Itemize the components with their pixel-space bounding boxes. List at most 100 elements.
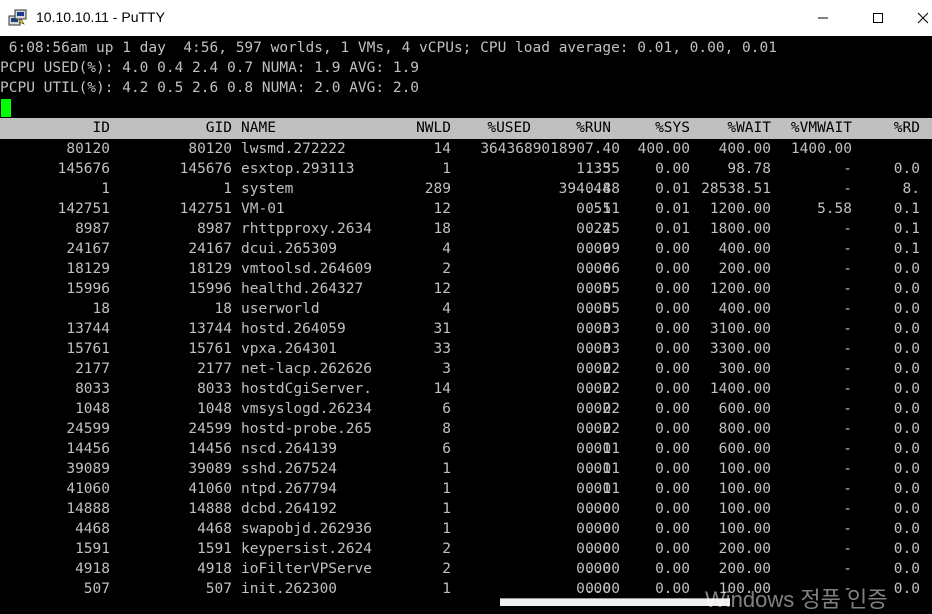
cell-name: dcbd.264192 xyxy=(241,501,338,517)
cell-id: 2177 xyxy=(75,361,110,377)
cell-run: 0.01 xyxy=(576,461,611,477)
cell-sys: 0.00 xyxy=(655,281,690,297)
minimize-button[interactable] xyxy=(800,0,846,36)
cell-run: 0.02 xyxy=(576,421,611,437)
cell-name: hostdCgiServer. xyxy=(241,381,372,397)
cell-sys: 0.00 xyxy=(655,501,690,517)
table-row: 15996 15996 healthd.264327 12 0.05 0.05 0.00 12… xyxy=(0,279,932,299)
table-row: 4918 4918 ioFilterVPServe 2 0.00 0.00 0.00 200.… xyxy=(0,559,932,579)
cell-vmwait: - xyxy=(843,541,852,557)
cell-id: 507 xyxy=(83,581,110,597)
cell-sys: 0.00 xyxy=(655,161,690,177)
cell-nwld: 2 xyxy=(442,261,451,277)
cell-wait: 100.00 xyxy=(718,501,771,517)
cell-gid: 8987 xyxy=(197,221,232,237)
cell-vmwait: - xyxy=(843,561,852,577)
cell-gid: 41060 xyxy=(188,481,232,497)
putty-icon[interactable] xyxy=(8,9,28,27)
cell-run: 0.03 xyxy=(576,341,611,357)
cell-name: vmsyslogd.26234 xyxy=(241,401,372,417)
cell-vmwait: - xyxy=(843,421,852,437)
cell-vmwait: - xyxy=(843,261,852,277)
cell-wait: 100.00 xyxy=(718,461,771,477)
cell-rd: 0.0 xyxy=(893,381,920,397)
terminal-window[interactable]: 6:08:56am up 1 day 4:56, 597 worlds, 1 V… xyxy=(0,36,932,605)
cell-rd: 0.0 xyxy=(893,541,920,557)
cell-rd: 0.0 xyxy=(893,261,920,277)
cell-run: 0.00 xyxy=(576,501,611,517)
cell-rd: 0.0 xyxy=(893,561,920,577)
table-row: 14888 14888 dcbd.264192 1 0.00 0.00 0.00 100.00… xyxy=(0,499,932,519)
cell-rd: 0.0 xyxy=(893,321,920,337)
cell-vmwait: - xyxy=(843,301,852,317)
cell-vmwait: - xyxy=(843,381,852,397)
cell-nwld: 1 xyxy=(442,161,451,177)
cell-sys: 0.00 xyxy=(655,541,690,557)
cell-wait: 28538.51 xyxy=(701,181,771,197)
cell-nwld: 18 xyxy=(433,221,451,237)
table-row: 8033 8033 hostdCgiServer. 14 0.02 0.02 0.00 140… xyxy=(0,379,932,399)
cell-nwld: 1 xyxy=(442,501,451,517)
table-row: 14456 14456 nscd.264139 6 0.01 0.01 0.00 600.00… xyxy=(0,439,932,459)
table-row: 2177 2177 net-lacp.262626 3 0.02 0.02 0.00 300.… xyxy=(0,359,932,379)
cell-id: 41060 xyxy=(66,481,110,497)
cell-vmwait: 5.58 xyxy=(817,201,852,217)
cell-sys: 0.00 xyxy=(655,361,690,377)
cell-id: 8987 xyxy=(75,221,110,237)
table-row: 15761 15761 vpxa.264301 33 0.03 0.03 0.00 3300.… xyxy=(0,339,932,359)
cell-id: 24599 xyxy=(66,421,110,437)
cell-sys: 0.01 xyxy=(655,201,690,217)
cell-wait: 98.78 xyxy=(727,161,771,177)
cell-run: 0.24 xyxy=(576,221,611,237)
cell-vmwait: - xyxy=(843,401,852,417)
cell-gid: 15761 xyxy=(188,341,232,357)
cell-run: 0.02 xyxy=(576,401,611,417)
cell-vmwait: - xyxy=(843,521,852,537)
cell-sys: 0.00 xyxy=(655,301,690,317)
cell-nwld: 33 xyxy=(433,341,451,357)
maximize-button[interactable] xyxy=(855,0,901,36)
cell-rd: 0.0 xyxy=(893,501,920,517)
cell-id: 8033 xyxy=(75,381,110,397)
column-header-nwld: NWLD xyxy=(416,120,451,136)
cell-id: 24167 xyxy=(66,241,110,257)
cell-rd: 0.0 xyxy=(893,161,920,177)
cell-wait: 200.00 xyxy=(718,261,771,277)
cell-rd: 0.0 xyxy=(893,581,920,597)
column-header-name: NAME xyxy=(241,120,276,136)
cell-wait: 1200.00 xyxy=(709,281,771,297)
column-header-gid: GID xyxy=(205,120,232,136)
cell-id: 18129 xyxy=(66,261,110,277)
cell-run: 0.00 xyxy=(576,581,611,597)
cell-id: 145676 xyxy=(57,161,110,177)
cell-wait: 200.00 xyxy=(718,541,771,557)
cell-run: 0.06 xyxy=(576,261,611,277)
cell-run: 0.09 xyxy=(576,241,611,257)
title-bar[interactable]: 10.10.10.11 - PuTTY xyxy=(0,0,932,36)
cell-gid: 142751 xyxy=(179,201,232,217)
table-row: 24599 24599 hostd-probe.265 8 0.02 0.02 0.00 80… xyxy=(0,419,932,439)
column-header-vmwait: %VMWAIT xyxy=(790,120,852,136)
cell-id: 142751 xyxy=(57,201,110,217)
cell-name: keypersist.2624 xyxy=(241,541,372,557)
cell-nwld: 8 xyxy=(442,421,451,437)
cell-gid: 18 xyxy=(214,301,232,317)
cell-run: 0.05 xyxy=(576,301,611,317)
cell-name: VM-01 xyxy=(241,201,285,217)
table-row: 4468 4468 swapobjd.262936 1 0.00 0.00 0.00 100.… xyxy=(0,519,932,539)
cell-nwld: 3 xyxy=(442,361,451,377)
cell-wait: 3100.00 xyxy=(709,321,771,337)
table-row: 80120 80120 lwsmd.272222 14 3643689018907.40… xyxy=(0,139,932,159)
cell-gid: 39089 xyxy=(188,461,232,477)
cell-id: 14888 xyxy=(66,501,110,517)
close-button[interactable] xyxy=(900,0,932,36)
cell-nwld: 4 xyxy=(442,301,451,317)
cell-run: 0.02 xyxy=(576,381,611,397)
cell-vmwait: - xyxy=(843,361,852,377)
cell-rd: 0.0 xyxy=(893,401,920,417)
cell-name: healthd.264327 xyxy=(241,281,364,297)
table-row: 142751 142751 VM-01 12 0.51 0.51 0.01 1200.00 5.… xyxy=(0,199,932,219)
cell-wait: 800.00 xyxy=(718,421,771,437)
column-header-wait: %WAIT xyxy=(727,120,771,136)
cell-run: 0.05 xyxy=(576,281,611,297)
